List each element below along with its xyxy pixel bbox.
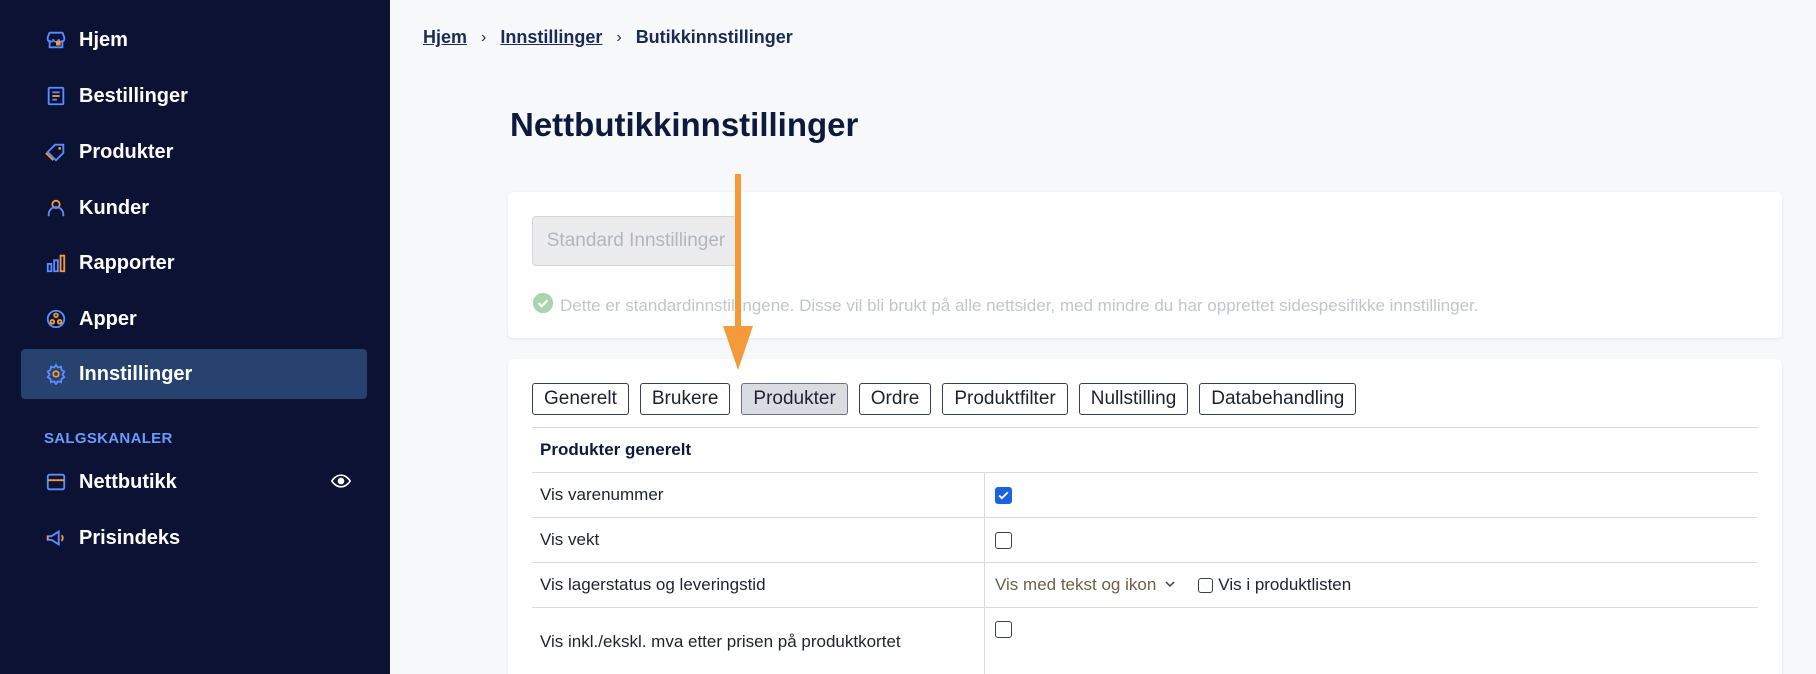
check-circle-icon <box>532 292 554 319</box>
main-content: Hjem › Innstillinger › Butikkinnstilling… <box>390 0 1816 674</box>
eye-icon[interactable] <box>330 471 352 497</box>
info-text: Dette er standardinnstillingene. Disse v… <box>560 295 1479 315</box>
standard-settings-card: Standard Innstillinger Dette er standard… <box>508 192 1782 338</box>
setting-row-vis-vekt: Vis vekt <box>532 517 1758 562</box>
setting-row-vis-varenummer: Vis varenummer <box>532 472 1758 517</box>
standard-settings-button[interactable]: Standard Innstillinger <box>532 216 740 266</box>
sidebar-item-prisindeks[interactable]: Prisindeks <box>21 513 367 563</box>
select-value: Vis med tekst og ikon <box>995 575 1157 594</box>
sidebar: Hjem Bestillinger Produkter Kunder Rappo… <box>0 0 390 674</box>
tab-nullstilling[interactable]: Nullstilling <box>1078 383 1189 415</box>
settings-card: Generelt Brukere Produkter Ordre Produkt… <box>508 359 1782 674</box>
tab-produkter[interactable]: Produkter <box>741 383 848 415</box>
tab-generelt[interactable]: Generelt <box>532 383 629 415</box>
settings-tabs: Generelt Brukere Produkter Ordre Produkt… <box>532 383 1367 415</box>
bar-chart-icon <box>44 251 68 275</box>
setting-row-vis-mva: Vis inkl./ekskl. mva etter prisen på pro… <box>532 607 1758 674</box>
vis-i-produktlisten-option[interactable]: Vis i produktlisten <box>1198 575 1351 595</box>
sidebar-item-label: Produkter <box>79 140 174 163</box>
chevron-right-icon: › <box>481 28 487 46</box>
sidebar-item-label: Hjem <box>79 28 128 51</box>
chevron-right-icon: › <box>616 28 622 46</box>
lagerstatus-select[interactable]: Vis med tekst og ikon <box>995 575 1176 595</box>
setting-label: Vis inkl./ekskl. mva etter prisen på pro… <box>532 608 985 674</box>
sidebar-item-kunder[interactable]: Kunder <box>21 183 367 233</box>
breadcrumb-link-hjem[interactable]: Hjem <box>423 27 467 48</box>
sidebar-item-rapporter[interactable]: Rapporter <box>21 238 367 288</box>
megaphone-icon <box>44 526 68 550</box>
setting-label: Vis lagerstatus og leveringstid <box>532 563 985 607</box>
store-icon <box>44 28 68 52</box>
checkbox-label: Vis i produktlisten <box>1218 575 1352 594</box>
sidebar-item-hjem[interactable]: Hjem <box>21 15 367 65</box>
vis-i-produktlisten-checkbox[interactable] <box>1198 577 1214 593</box>
sidebar-item-label: Prisindeks <box>79 526 181 549</box>
tab-ordre[interactable]: Ordre <box>858 383 932 415</box>
setting-label: Vis varenummer <box>532 473 985 517</box>
tag-icon <box>44 140 68 164</box>
user-icon <box>44 196 68 220</box>
tab-brukere[interactable]: Brukere <box>639 383 731 415</box>
settings-table: Produkter generelt Vis varenummer Vis ve… <box>532 427 1758 674</box>
info-message: Dette er standardinnstillingene. Disse v… <box>532 292 1478 319</box>
sidebar-item-bestillinger[interactable]: Bestillinger <box>21 71 367 121</box>
sidebar-item-label: Kunder <box>79 196 149 219</box>
sidebar-item-label: Innstillinger <box>79 362 193 385</box>
setting-row-vis-lagerstatus: Vis lagerstatus og leveringstid Vis med … <box>532 562 1758 607</box>
breadcrumb-link-innstillinger[interactable]: Innstillinger <box>500 27 602 48</box>
orders-icon <box>44 84 68 108</box>
section-label-salgskanaler: SALGSKANALER <box>44 430 173 447</box>
setting-label: Vis vekt <box>532 518 985 562</box>
sidebar-item-label: Bestillinger <box>79 84 188 107</box>
checkmark-icon <box>998 491 1009 500</box>
vis-mva-checkbox[interactable] <box>995 621 1012 638</box>
section-title: Produkter generelt <box>540 440 692 459</box>
shop-window-icon <box>44 470 68 494</box>
tab-databehandling[interactable]: Databehandling <box>1199 383 1357 415</box>
apps-icon <box>44 307 68 331</box>
gear-icon <box>44 362 68 386</box>
vis-varenummer-checkbox[interactable] <box>995 486 1012 504</box>
page-title: Nettbutikkinnstillinger <box>510 106 859 143</box>
breadcrumb-current: Butikkinnstillinger <box>635 27 793 47</box>
sidebar-item-apper[interactable]: Apper <box>21 294 367 344</box>
vis-vekt-checkbox[interactable] <box>995 531 1012 549</box>
sidebar-item-nettbutikk[interactable]: Nettbutikk <box>21 457 367 507</box>
breadcrumb: Hjem › Innstillinger › Butikkinnstilling… <box>423 27 793 48</box>
tab-produktfilter[interactable]: Produktfilter <box>942 383 1068 415</box>
section-header-row: Produkter generelt <box>532 427 1758 472</box>
sidebar-item-produkter[interactable]: Produkter <box>21 127 367 177</box>
sidebar-item-label: Nettbutikk <box>79 470 177 493</box>
sidebar-item-label: Rapporter <box>79 251 175 274</box>
sidebar-item-label: Apper <box>79 307 137 330</box>
chevron-down-icon <box>1164 575 1176 595</box>
sidebar-item-innstillinger[interactable]: Innstillinger <box>21 349 367 399</box>
